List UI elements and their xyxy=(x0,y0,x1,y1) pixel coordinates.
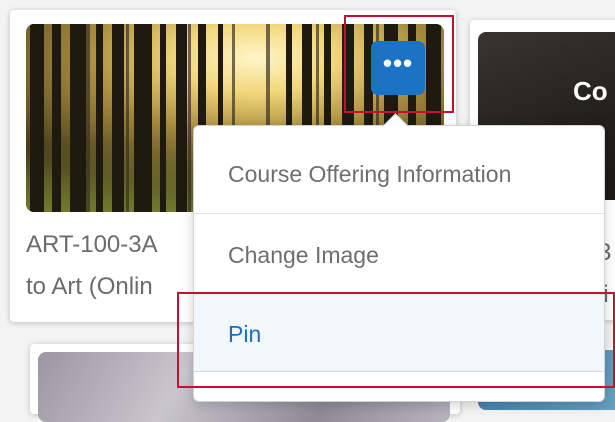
more-horizontal-dots-icon: ••• xyxy=(382,48,414,78)
course-title-line2: to Art (Onlin xyxy=(26,273,153,300)
menu-item-pin[interactable]: Pin xyxy=(194,294,604,372)
menu-item-course-offering-information[interactable]: Course Offering Information xyxy=(194,134,604,214)
course-title[interactable]: ART-100-3A to Art (Onlin xyxy=(26,224,216,310)
course-title-line1: ART-100-3A xyxy=(26,231,158,258)
menu-item-change-image[interactable]: Change Image xyxy=(194,215,604,295)
course-card-2-image-caption: Co xyxy=(573,76,608,106)
course-options-menu: Course Offering Information Change Image… xyxy=(193,125,605,402)
course-options-button[interactable]: ••• xyxy=(371,41,425,95)
